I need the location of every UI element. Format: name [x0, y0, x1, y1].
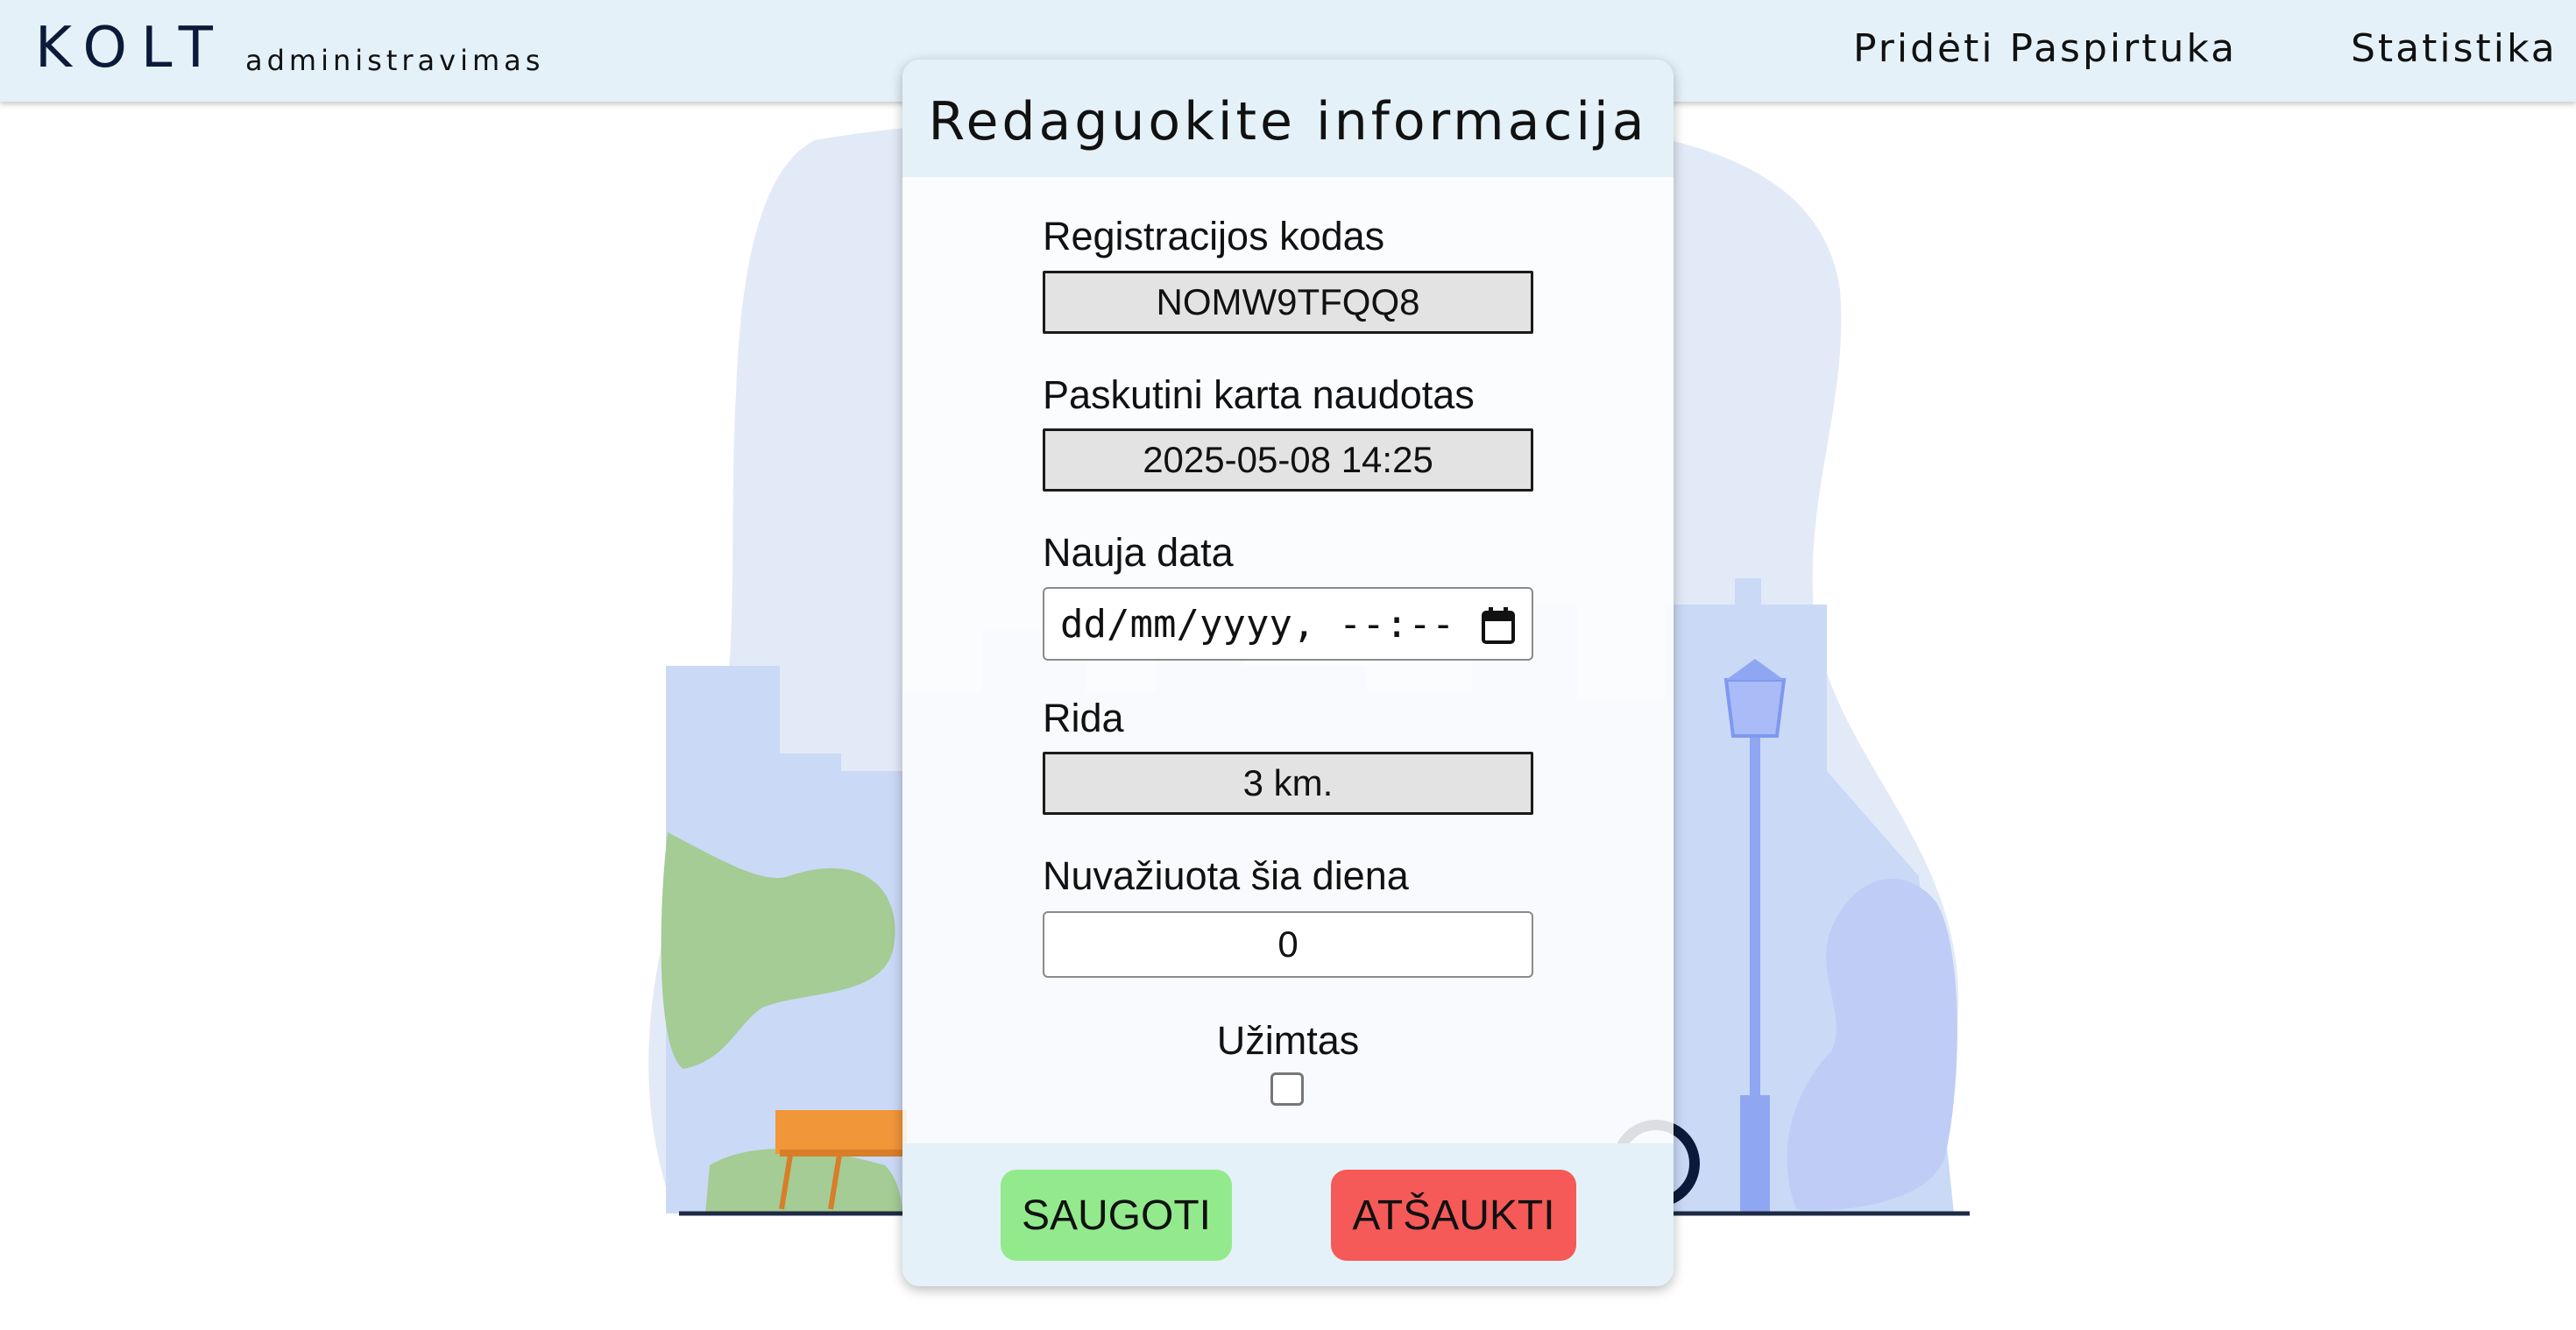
nav-link-statistics[interactable]: Statistika: [2351, 26, 2558, 71]
calendar-icon[interactable]: [1481, 606, 1516, 645]
occupied-label: Užimtas: [1216, 1018, 1360, 1063]
brand-logo[interactable]: KOLT: [35, 16, 227, 81]
new-date-input[interactable]: dd/mm/yyyy, --:--: [1043, 587, 1533, 661]
modal-header: Redaguokite informacija: [902, 60, 1674, 177]
edit-scooter-modal: Redaguokite informacija Registracijos ko…: [902, 60, 1674, 1286]
nav-link-add-scooter[interactable]: Pridėti Paspirtuka: [1853, 26, 2237, 71]
save-button[interactable]: SAUGOTI: [1001, 1170, 1232, 1261]
mileage-field: 3 km.: [1043, 752, 1533, 815]
modal-footer: SAUGOTI ATŠAUKTI: [902, 1143, 1674, 1286]
modal-title: Redaguokite informacija: [928, 91, 1648, 152]
last-used-field: 2025-05-08 14:25: [1043, 428, 1533, 492]
occupied-checkbox[interactable]: [1270, 1072, 1304, 1106]
registration-code-field: NOMW9TFQQ8: [1043, 271, 1533, 334]
cancel-button[interactable]: ATŠAUKTI: [1331, 1170, 1576, 1261]
brand-subtitle: administravimas: [245, 44, 545, 77]
registration-code-label: Registracijos kodas: [1043, 214, 1385, 258]
distance-today-input[interactable]: 0: [1043, 911, 1533, 978]
distance-today-label: Nuvažiuota šia diena: [1043, 853, 1409, 898]
new-date-label: Nauja data: [1043, 530, 1234, 575]
new-date-placeholder: dd/mm/yyyy, --:--: [1060, 601, 1455, 647]
mileage-label: Rida: [1043, 696, 1124, 740]
last-used-label: Paskutini karta naudotas: [1043, 372, 1475, 417]
